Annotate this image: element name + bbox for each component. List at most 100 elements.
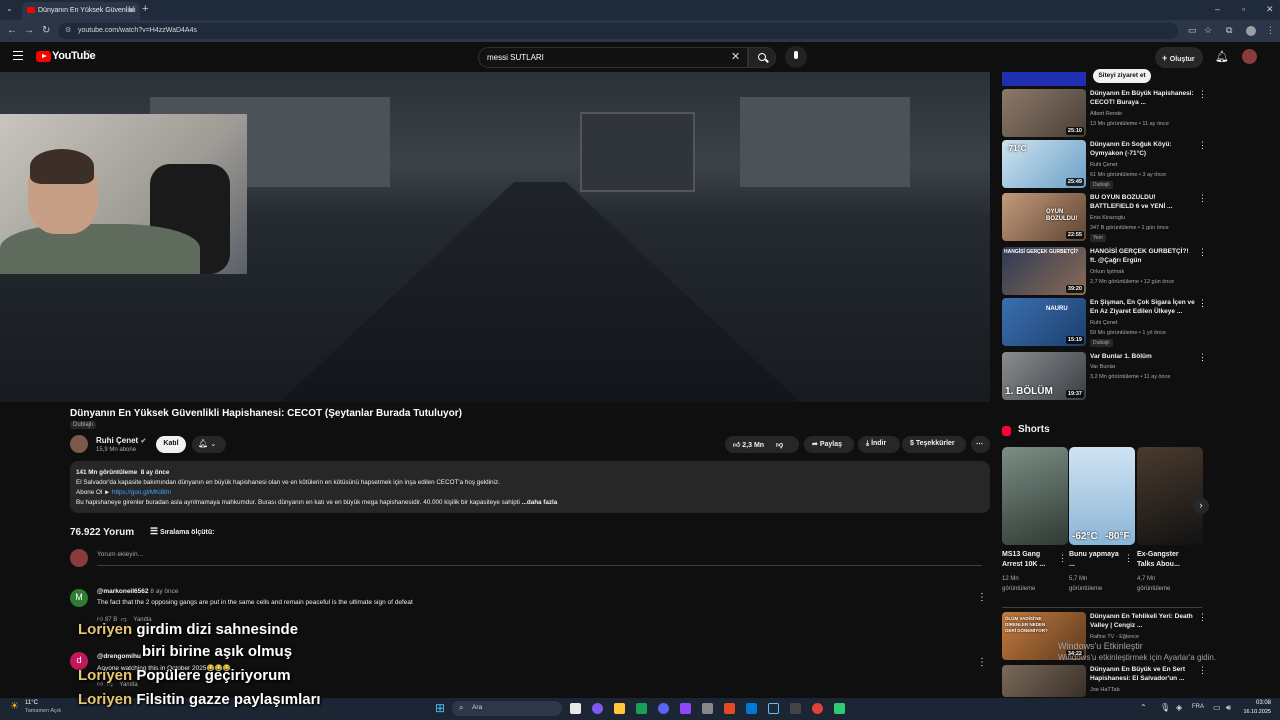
video-menu-icon[interactable]: ⋮ [1198,352,1207,363]
video-title[interactable]: En Şişman, En Çok Sigara İçen ve En Az Z… [1090,298,1195,316]
subscription-bell-button[interactable]: 🔔︎ ⌄ [192,436,226,453]
commenter-avatar[interactable]: M [70,589,88,607]
extensions-icon[interactable]: ⧉ [1226,25,1232,36]
network-icon[interactable]: ▭ [1213,703,1221,712]
short-thumbnail[interactable]: -62°C -80°F [1069,447,1135,545]
comment-menu-icon[interactable]: ⋮ [977,592,987,603]
more-actions-icon[interactable]: ⋯ [971,436,990,453]
video-menu-icon[interactable]: ⋮ [1198,612,1207,623]
video-thumbnail[interactable]: 25:10 [1002,89,1086,137]
taskbar-search[interactable]: ⌕ Ara [452,701,562,716]
add-comment-input[interactable]: Yorum ekleyin... [97,551,982,566]
browser-tab[interactable]: Dünyanın En Yüksek Güvenlikli ✕ [22,2,140,20]
video-channel[interactable]: Joe HaTTab [1090,687,1120,693]
video-title[interactable]: BU OYUN BOZULDU! BATTLEFIELD 6 ve YENİ .… [1090,193,1195,211]
video-menu-icon[interactable]: ⋮ [1198,89,1207,100]
comment-author[interactable]: @markoneil6562 8 ay önce [97,588,179,595]
close-window-icon[interactable]: ✕ [1266,4,1274,15]
video-channel[interactable]: Orkun Işıtmak [1090,269,1124,275]
video-thumbnail[interactable]: HANGİSİ GERÇEK GURBETÇİ? 39:20 [1002,247,1086,295]
excel-icon[interactable] [636,703,647,714]
related-video[interactable]: HANGİSİ GERÇEK GURBETÇİ? 39:20 HANGİSİ GE… [1002,247,1212,295]
video-menu-icon[interactable]: ⋮ [1198,193,1207,204]
related-video[interactable]: Dünyanın En Büyük ve En Sert Hapishanesi… [1002,665,1212,697]
browser-menu-icon[interactable]: ⋮ [1266,25,1275,36]
short-title[interactable]: Ex-Gangster Talks Abou... [1137,550,1193,570]
twitch-icon[interactable] [680,703,691,714]
file-explorer-icon[interactable] [614,703,625,714]
address-bar[interactable]: ⚙ youtube.com/watch?v=H4zzWaD4A4s [58,23,1178,39]
description-box[interactable]: 141 Mn görüntüleme 8 ay önce El Salvador… [70,461,990,513]
related-video[interactable]: NAURU 15:19 En Şişman, En Çok Sigara İçen… [1002,298,1212,347]
site-info-icon[interactable]: ⚙ [65,26,71,34]
video-title[interactable]: Var Bunlar 1. Bölüm [1090,352,1195,361]
short-title[interactable]: Bunu yapmaya ... [1069,550,1125,570]
thanks-button[interactable]: $ Teşekkürler [902,436,966,453]
app-icon[interactable] [702,703,713,714]
short-menu-icon[interactable]: ⋮ [1058,553,1067,564]
show-more-link[interactable]: ...daha fazla [522,499,558,506]
video-thumbnail[interactable]: NAURU 15:19 [1002,298,1086,346]
video-menu-icon[interactable]: ⋮ [1198,298,1207,309]
account-avatar[interactable] [1242,49,1257,64]
app-icon[interactable] [724,703,735,714]
video-title[interactable]: Dünyanın En Soğuk Köyü: Oymyakon (-71°C) [1090,140,1195,158]
minimize-icon[interactable]: – [1215,4,1220,14]
steam-icon[interactable] [768,703,779,714]
video-menu-icon[interactable]: ⋮ [1198,247,1207,258]
weather-temp[interactable]: 11°C [25,700,38,706]
clear-search-icon[interactable]: ✕ [731,50,740,63]
join-button[interactable]: Katıl [156,436,186,453]
related-video[interactable]: 25:10 Dünyanın En Büyük Hapishanesi: CEC… [1002,89,1212,137]
discord-icon[interactable] [658,703,669,714]
sort-button[interactable]: ☰ Sıralama ölçütü: [150,526,215,537]
new-tab-icon[interactable]: + [142,3,148,15]
shorts-next-icon[interactable]: › [1193,498,1209,514]
tab-search-icon[interactable]: ⌄ [6,4,13,13]
short-menu-icon[interactable]: ⋮ [1124,553,1133,564]
search-input[interactable]: messi SUTLARI [478,47,748,68]
video-thumbnail[interactable]: 1. BÖLÜM 19:37 [1002,352,1086,400]
create-button[interactable]: + Oluştur [1155,47,1203,68]
dislike-icon[interactable]: 👎︎ [776,442,783,449]
tray-app-icon[interactable]: ◈ [1176,703,1182,712]
download-button[interactable]: ⤓ İndir [858,436,900,453]
video-thumbnail[interactable] [1002,665,1086,697]
short-thumbnail[interactable] [1137,447,1203,545]
related-video[interactable]: -71°C 25:49 Dünyanın En Soğuk Köyü: Oymya… [1002,140,1212,189]
channel-avatar[interactable] [70,435,88,453]
video-thumbnail[interactable]: OYUN BOZULDU! 22:55 [1002,193,1086,241]
video-channel[interactable]: Var Bunlar [1090,364,1116,370]
forward-icon[interactable]: → [24,25,34,36]
youtube-logo-icon[interactable] [36,51,51,62]
comment-menu-icon[interactable]: ⋮ [977,657,987,668]
voice-search-icon[interactable] [785,46,807,68]
subscribe-link[interactable]: https://goo.gl/MKi8tm [112,489,171,496]
app-icon[interactable] [834,703,845,714]
reload-icon[interactable]: ↻ [42,25,50,36]
install-icon[interactable]: ▭ [1188,25,1197,36]
video-channel[interactable]: Ruhi Çenet [1090,162,1118,168]
video-channel[interactable]: Enis Kirazoglu [1090,215,1125,221]
ad-banner[interactable] [1002,72,1086,86]
chrome-icon[interactable] [812,703,823,714]
comment-author[interactable]: @drengomihu [97,653,141,660]
back-icon[interactable]: ← [7,25,17,36]
store-icon[interactable] [746,703,757,714]
like-button[interactable]: 👍︎ 2,3 Mn 👎︎ [725,436,799,453]
notifications-icon[interactable]: 🔔︎ [1215,50,1229,63]
video-title[interactable]: Dünyanın En Büyük ve En Sert Hapishanesi… [1090,665,1195,683]
video-channel[interactable]: Albert Rende [1090,111,1122,117]
video-menu-icon[interactable]: ⋮ [1198,665,1207,676]
volume-icon[interactable]: 🔊︎ [1226,703,1231,713]
search-button[interactable] [748,47,776,68]
short-title[interactable]: MS13 Gang Arrest 10K ... [1002,550,1058,570]
profile-avatar[interactable] [1246,26,1256,36]
menu-icon[interactable] [13,51,23,60]
video-title[interactable]: Dünyanın En Tehlikeli Yeri: Death Valley… [1090,612,1195,630]
related-video[interactable]: 1. BÖLÜM 19:37 Var Bunlar 1. Bölüm Var Bu… [1002,352,1212,400]
clock-time[interactable]: 03:08 [1241,700,1271,706]
task-view-icon[interactable] [570,703,581,714]
clock-date[interactable]: 16.10.2025 [1236,709,1271,715]
copilot-icon[interactable] [592,703,603,714]
